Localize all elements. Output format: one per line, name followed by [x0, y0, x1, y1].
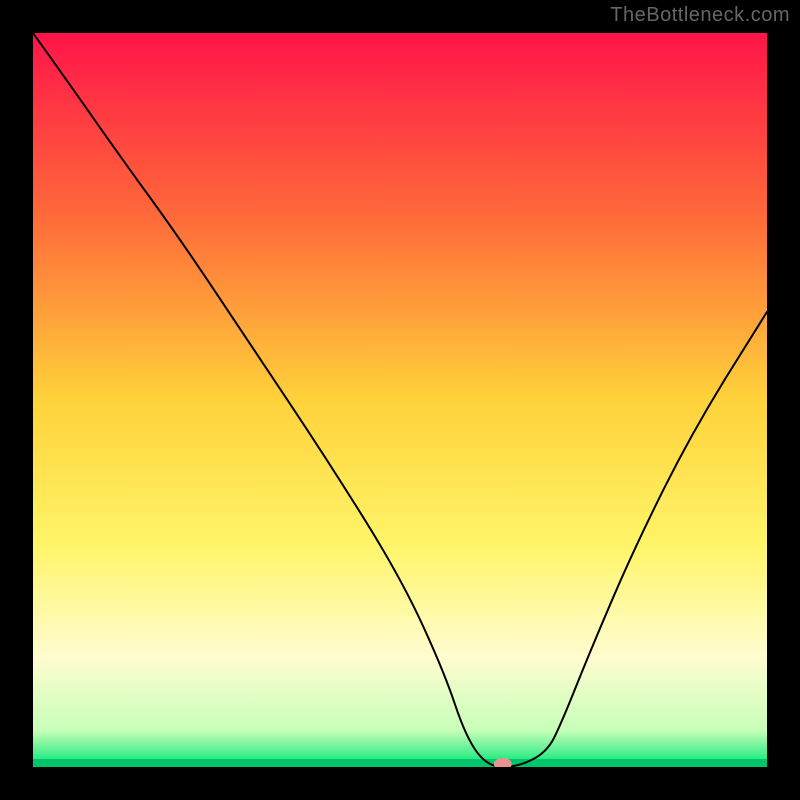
chart-svg	[33, 33, 767, 767]
watermark-text: TheBottleneck.com	[610, 4, 790, 27]
chart-frame: TheBottleneck.com	[0, 0, 800, 800]
chart-background	[33, 33, 767, 767]
baseline-strip	[33, 759, 767, 767]
plot-area	[33, 33, 767, 767]
